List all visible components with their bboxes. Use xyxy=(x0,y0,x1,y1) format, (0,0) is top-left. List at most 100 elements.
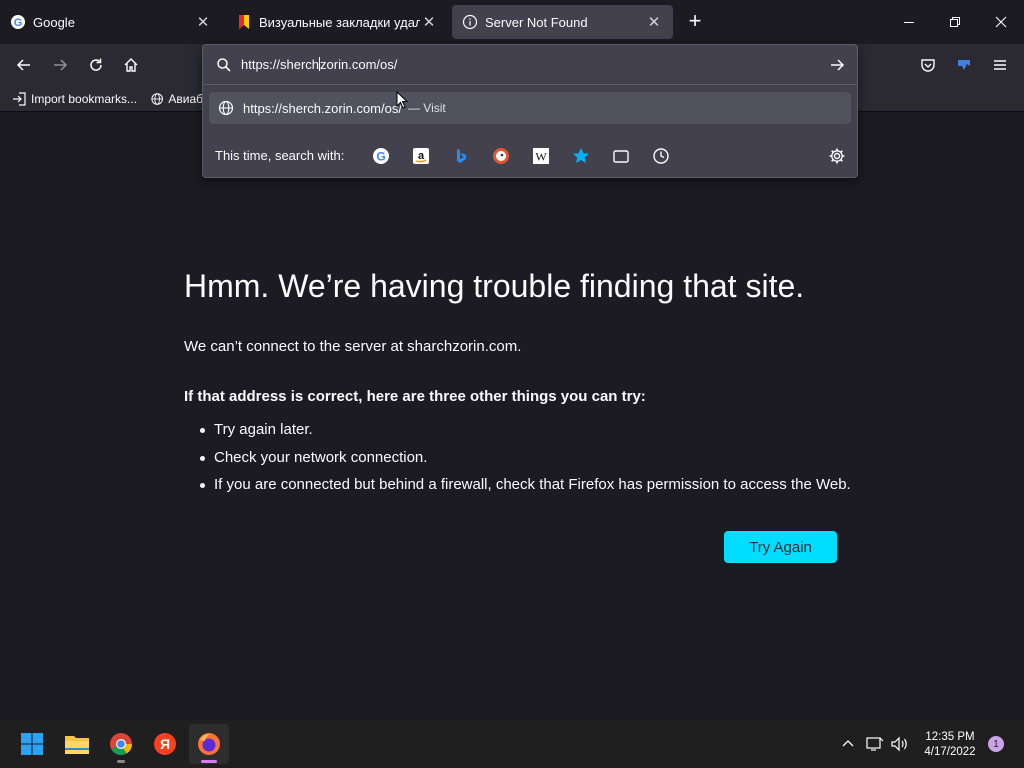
bookmark-label: Авиаб xyxy=(168,92,203,106)
google-icon: G xyxy=(10,14,26,30)
search-engine-duckduckgo[interactable] xyxy=(487,143,515,169)
bullet-dot xyxy=(200,483,205,488)
google-icon: G xyxy=(373,148,389,164)
url-text-after-caret: zorin.com/os/ xyxy=(320,57,398,72)
duckduckgo-icon xyxy=(493,148,509,164)
bookmark-avia[interactable]: Авиаб xyxy=(151,90,203,108)
search-tabs-button[interactable] xyxy=(607,143,635,169)
search-engine-amazon[interactable]: a xyxy=(407,143,435,169)
tray-network[interactable] xyxy=(865,734,885,754)
speaker-icon xyxy=(891,736,907,752)
bookmark-import[interactable]: Import bookmarks... xyxy=(12,90,137,108)
close-icon[interactable]: ✕ xyxy=(645,13,663,31)
taskbar-chrome[interactable] xyxy=(101,724,141,764)
reload-icon xyxy=(90,58,102,71)
minimize-button[interactable] xyxy=(886,0,932,44)
extension-flag-icon xyxy=(958,60,970,70)
svg-text:Я: Я xyxy=(160,736,170,752)
menu-button[interactable] xyxy=(986,52,1014,78)
url-dropdown-panel: https://sherchzorin.com/os/ https://sher… xyxy=(202,44,858,178)
firefox-icon xyxy=(198,733,220,755)
tab-label: Визуальные закладки удалены xyxy=(259,14,420,30)
taskbar-yandex[interactable]: Я xyxy=(145,724,185,764)
import-icon xyxy=(13,92,26,106)
search-settings-button[interactable] xyxy=(823,143,851,169)
bookmark-label: Import bookmarks... xyxy=(31,92,138,106)
hamburger-menu-icon xyxy=(994,60,1006,70)
close-icon[interactable]: ✕ xyxy=(194,13,212,31)
bullet-dot xyxy=(200,456,205,461)
restore-button[interactable] xyxy=(932,0,978,44)
tabs-icon xyxy=(613,150,629,163)
running-indicator xyxy=(117,760,125,763)
search-history-button[interactable] xyxy=(647,143,675,169)
tray-volume[interactable] xyxy=(890,734,910,754)
bookmarks-star-icon xyxy=(573,148,589,163)
bing-icon xyxy=(457,149,466,163)
error-message: We can’t connect to the server at sharch… xyxy=(184,338,522,355)
list-item: Try again later. xyxy=(214,421,313,438)
tab-bar: G Google ✕ Визуальные закладки удалены ✕… xyxy=(0,0,1024,44)
close-icon[interactable]: ✕ xyxy=(420,13,438,31)
reload-button[interactable] xyxy=(82,52,110,78)
tips-heading: If that address is correct, here are thr… xyxy=(184,388,646,405)
bookmark-flag-icon xyxy=(236,14,252,30)
taskbar-file-explorer[interactable] xyxy=(57,724,97,764)
try-again-button[interactable]: Try Again xyxy=(724,531,837,563)
list-item: If you are connected but behind a firewa… xyxy=(214,476,851,493)
suggestion-row[interactable]: https://sherch.zorin.com/os/ — Visit xyxy=(209,92,851,124)
amazon-icon: a xyxy=(413,148,429,164)
history-clock-icon xyxy=(653,148,669,164)
tab-google[interactable]: G Google ✕ xyxy=(0,5,222,39)
tab-visual-bookmarks[interactable]: Визуальные закладки удалены ✕ xyxy=(226,5,448,39)
tab-label: Google xyxy=(33,14,75,30)
tray-overflow-button[interactable] xyxy=(838,734,858,754)
info-icon xyxy=(462,14,478,30)
url-input[interactable]: https://sherchzorin.com/os/ xyxy=(241,57,397,72)
yandex-icon: Я xyxy=(154,733,176,755)
svg-text:G: G xyxy=(14,17,23,29)
url-bar[interactable]: https://sherchzorin.com/os/ xyxy=(203,45,857,85)
wikipedia-icon: W xyxy=(533,148,549,164)
taskbar: Я 12:35 PM 4/17/2022 1 xyxy=(0,720,1024,768)
back-arrow-icon xyxy=(16,59,30,71)
search-engine-google[interactable]: G xyxy=(367,143,395,169)
network-monitor-icon xyxy=(866,737,884,751)
svg-text:a: a xyxy=(418,150,425,162)
svg-text:W: W xyxy=(535,150,547,164)
extension-button[interactable] xyxy=(950,52,978,78)
file-explorer-icon xyxy=(65,736,89,754)
tab-server-not-found[interactable]: Server Not Found ✕ xyxy=(452,5,673,39)
error-page: Hmm. We’re having trouble finding that s… xyxy=(0,113,1024,720)
clock-date: 4/17/2022 xyxy=(924,746,976,758)
notification-badge[interactable]: 1 xyxy=(988,736,1004,752)
new-tab-button[interactable]: + xyxy=(684,10,706,33)
suggestion-action: — Visit xyxy=(407,101,446,115)
search-engine-bing[interactable] xyxy=(447,143,475,169)
globe-icon xyxy=(151,93,163,105)
search-icon xyxy=(217,58,231,72)
bullet-dot xyxy=(200,428,205,433)
forward-button[interactable] xyxy=(46,52,74,78)
close-window-button[interactable] xyxy=(978,0,1024,44)
taskbar-firefox[interactable] xyxy=(189,724,229,764)
back-button[interactable] xyxy=(10,52,38,78)
search-engine-wikipedia[interactable]: W xyxy=(527,143,555,169)
search-bookmarks-button[interactable] xyxy=(567,143,595,169)
start-button[interactable] xyxy=(12,724,52,764)
mouse-cursor-icon xyxy=(396,91,408,109)
home-button[interactable] xyxy=(117,52,145,78)
taskbar-clock[interactable]: 12:35 PM 4/17/2022 xyxy=(918,730,982,760)
gear-icon xyxy=(829,148,845,164)
clock-time: 12:35 PM xyxy=(925,731,975,743)
list-item: Check your network connection. xyxy=(214,449,428,466)
pocket-icon xyxy=(921,59,935,72)
url-text-before-caret: https://sherch xyxy=(241,57,320,72)
tab-label: Server Not Found xyxy=(485,14,588,30)
globe-icon xyxy=(218,100,234,116)
go-arrow-icon[interactable] xyxy=(829,57,845,73)
page-title: Hmm. We’re having trouble finding that s… xyxy=(184,268,805,304)
home-icon xyxy=(124,58,138,72)
pocket-button[interactable] xyxy=(914,52,942,78)
chevron-up-icon xyxy=(842,740,854,747)
